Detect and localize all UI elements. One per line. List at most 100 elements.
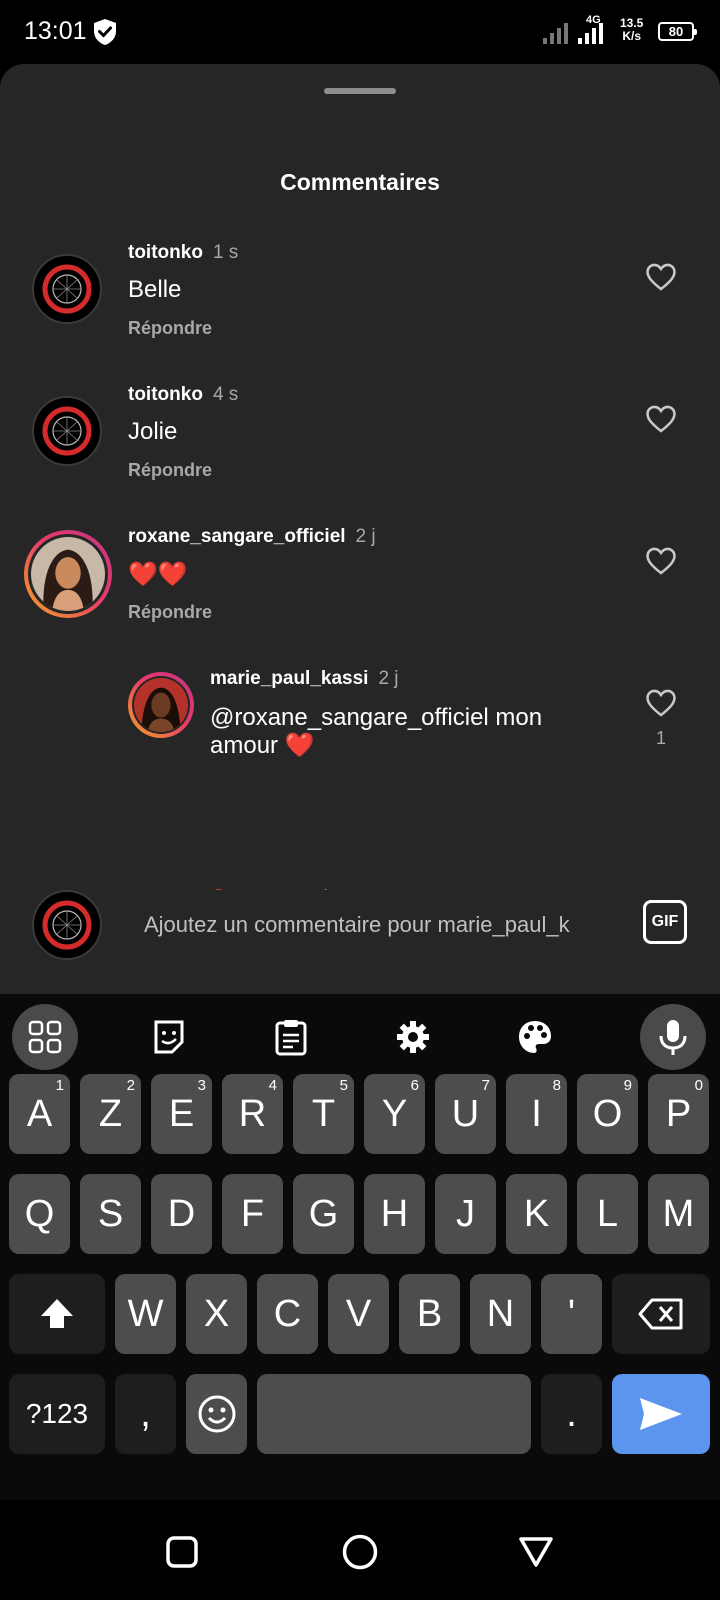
key-r[interactable]: R4 — [222, 1074, 283, 1154]
drag-handle[interactable] — [324, 88, 396, 94]
comment-text: Belle — [128, 276, 182, 303]
key-a[interactable]: A1 — [9, 1074, 70, 1154]
current-user-avatar — [32, 890, 102, 960]
brand-logo-icon — [37, 895, 97, 955]
avatar[interactable] — [32, 254, 102, 324]
key-apostrophe[interactable]: ' — [541, 1274, 602, 1354]
key-y[interactable]: Y6 — [364, 1074, 425, 1154]
backspace-key[interactable] — [612, 1274, 710, 1354]
comment-username[interactable]: toitonko 1 s — [128, 242, 238, 264]
key-hint: 1 — [55, 1077, 64, 1094]
apps-grid-icon[interactable] — [12, 1004, 78, 1070]
key-d[interactable]: D — [151, 1174, 212, 1254]
key-m[interactable]: M — [648, 1174, 709, 1254]
comment-composer: Ajoutez un commentaire pour marie_paul_k… — [0, 890, 720, 994]
signal-icon-sim1 — [543, 23, 568, 44]
key-v[interactable]: V — [328, 1274, 389, 1354]
key-h[interactable]: H — [364, 1174, 425, 1254]
send-key[interactable] — [612, 1374, 710, 1454]
profile-photo — [31, 537, 105, 611]
soft-keyboard: A1 Z2 E3 R4 T5 Y6 U7 I8 O9 P0 Q S D F G … — [0, 994, 720, 1500]
comment-input[interactable]: Ajoutez un commentaire pour marie_paul_k — [144, 912, 570, 938]
comment-time: 4 s — [212, 384, 239, 405]
key-i[interactable]: I8 — [506, 1074, 567, 1154]
microphone-icon[interactable] — [640, 1004, 706, 1070]
symbols-key[interactable]: ?123 — [9, 1374, 105, 1454]
comment-text-line-2: amour ❤️ — [210, 732, 315, 759]
space-key[interactable] — [257, 1374, 531, 1454]
key-q[interactable]: Q — [9, 1174, 70, 1254]
heart-outline-icon[interactable] — [644, 402, 678, 436]
key-x[interactable]: X — [186, 1274, 247, 1354]
key-hint: 0 — [694, 1077, 703, 1094]
key-hint: 5 — [339, 1077, 348, 1094]
status-time: 13:01 — [24, 17, 87, 45]
key-label: O — [592, 1093, 623, 1135]
status-bar: 13:01 4G 13.5 K/s 80 — [0, 0, 720, 64]
key-w[interactable]: W — [115, 1274, 176, 1354]
key-hint: 4 — [268, 1077, 277, 1094]
heart-outline-icon[interactable] — [644, 544, 678, 578]
recents-square-icon[interactable] — [166, 1536, 198, 1568]
username-text[interactable]: toitonko — [128, 242, 203, 263]
key-hint: 2 — [126, 1077, 135, 1094]
comment-text: Jolie — [128, 418, 178, 445]
sticker-icon[interactable] — [136, 1004, 202, 1070]
battery-level: 80 — [668, 24, 684, 39]
clipboard-icon[interactable] — [258, 1004, 324, 1070]
key-z[interactable]: Z2 — [80, 1074, 141, 1154]
backspace-icon — [638, 1298, 683, 1330]
key-g[interactable]: G — [293, 1174, 354, 1254]
key-p[interactable]: P0 — [648, 1074, 709, 1154]
key-hint: 7 — [481, 1077, 490, 1094]
comment-time: 2 j — [355, 526, 376, 547]
emoji-key[interactable] — [186, 1374, 247, 1454]
key-n[interactable]: N — [470, 1274, 531, 1354]
username-text[interactable]: roxane_sangare_officiel — [128, 526, 346, 547]
theme-palette-icon[interactable] — [502, 1004, 568, 1070]
brand-logo-icon — [37, 401, 97, 461]
key-hint: 3 — [197, 1077, 206, 1094]
heart-outline-icon[interactable] — [644, 686, 678, 720]
key-label: Y — [381, 1093, 408, 1135]
avatar-story-ring[interactable] — [128, 672, 194, 738]
signal-icon-sim2 — [578, 23, 603, 44]
avatar-story-ring[interactable] — [24, 530, 112, 618]
key-j[interactable]: J — [435, 1174, 496, 1254]
key-f[interactable]: F — [222, 1174, 283, 1254]
key-k[interactable]: K — [506, 1174, 567, 1254]
username-text[interactable]: toitonko — [128, 384, 203, 405]
key-b[interactable]: B — [399, 1274, 460, 1354]
key-t[interactable]: T5 — [293, 1074, 354, 1154]
key-l[interactable]: L — [577, 1174, 638, 1254]
settings-gear-icon[interactable] — [380, 1004, 446, 1070]
comment-text: ❤️❤️ — [128, 560, 188, 588]
heart-outline-icon[interactable] — [644, 260, 678, 294]
back-triangle-icon[interactable] — [518, 1536, 554, 1568]
shift-key[interactable] — [9, 1274, 105, 1354]
gif-button[interactable]: GIF — [643, 900, 687, 944]
key-s[interactable]: S — [80, 1174, 141, 1254]
comment-username[interactable]: marie_paul_kassi 2 j — [210, 668, 399, 690]
username-text[interactable]: marie_paul_kassi — [210, 668, 368, 689]
comment-username[interactable]: roxane_sangare_officiel 2 j — [128, 526, 376, 548]
home-circle-icon[interactable] — [342, 1534, 378, 1570]
key-e[interactable]: E3 — [151, 1074, 212, 1154]
smiley-icon — [198, 1395, 235, 1433]
comment-username[interactable]: toitonko 4 s — [128, 384, 238, 406]
key-label: U — [451, 1093, 480, 1135]
key-u[interactable]: U7 — [435, 1074, 496, 1154]
comma-key[interactable]: , — [115, 1374, 176, 1454]
key-label: P — [665, 1093, 692, 1135]
reply-button[interactable]: Répondre — [128, 602, 212, 623]
comment-time: 1 s — [212, 242, 239, 263]
avatar[interactable] — [32, 396, 102, 466]
profile-photo — [134, 678, 188, 732]
reply-button[interactable]: Répondre — [128, 460, 212, 481]
system-nav-bar — [0, 1500, 720, 1600]
key-o[interactable]: O9 — [577, 1074, 638, 1154]
period-key[interactable]: . — [541, 1374, 602, 1454]
key-c[interactable]: C — [257, 1274, 318, 1354]
reply-button[interactable]: Répondre — [128, 318, 212, 339]
brand-logo-icon — [37, 259, 97, 319]
